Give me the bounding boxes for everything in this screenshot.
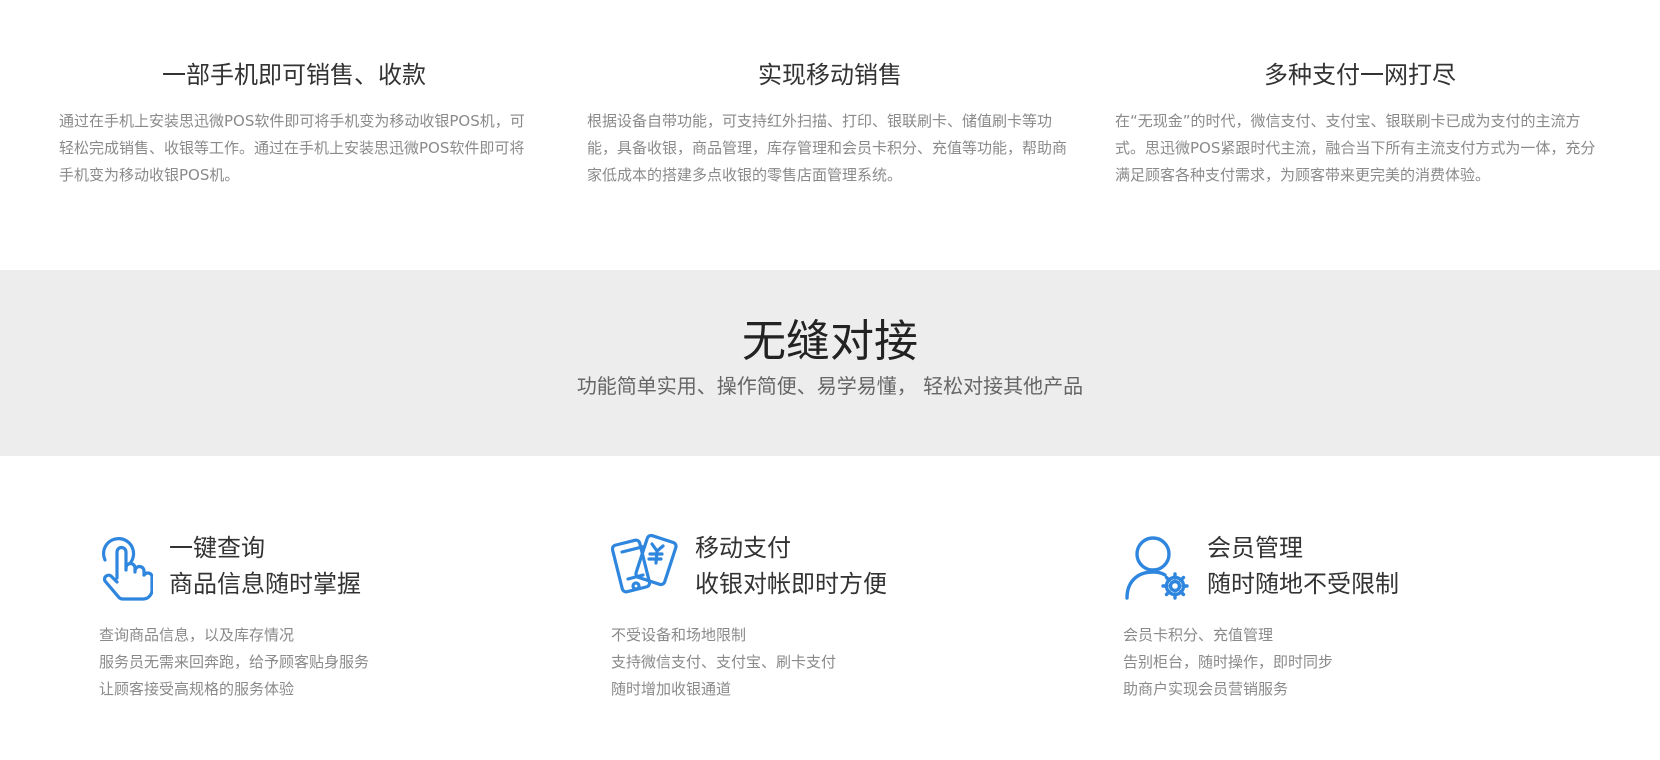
feature-subtitle: 随时随地不受限制 — [1207, 570, 1399, 598]
seamless-integration-banner: 无缝对接 功能简单实用、操作简便、易学易懂， 轻松对接其他产品 — [0, 270, 1660, 456]
feature-list: 查询商品信息，以及库存情况 服务员无需来回奔跑，给予顾客贴身服务 让顾客接受高规… — [99, 622, 369, 703]
feature-member-management: 会员管理 随时随地不受限制 会员卡积分、充值管理 告别柜台，随时操作，即时同步 … — [1123, 530, 1583, 710]
feature-heading: 一键查询 商品信息随时掌握 — [169, 530, 549, 602]
list-item: 查询商品信息，以及库存情况 — [99, 626, 295, 644]
top-feature-description: 在“无现金”的时代，微信支付、支付宝、银联刷卡已成为支付的主流方式。思迅微POS… — [1115, 112, 1596, 184]
feature-mobile-payment: 移动支付 收银对帐即时方便 不受设备和场地限制 支持微信支付、支付宝、刷卡支付 … — [611, 530, 1071, 710]
list-item: 让顾客接受高规格的服务体验 — [99, 680, 295, 698]
list-item: 支持微信支付、支付宝、刷卡支付 — [611, 653, 837, 671]
feature-quick-query: 一键查询 商品信息随时掌握 查询商品信息，以及库存情况 服务员无需来回奔跑，给予… — [99, 530, 559, 710]
top-feature-mobile-sales: 实现移动销售 根据设备自带功能，可支持红外扫描、打印、银联刷卡、储值刷卡等功能，… — [587, 58, 1073, 189]
banner-title: 无缝对接 — [742, 316, 918, 367]
mobile-payment-icon — [611, 534, 679, 600]
list-item: 服务员无需来回奔跑，给予顾客贴身服务 — [99, 653, 370, 671]
member-settings-icon — [1123, 534, 1189, 600]
feature-subtitle: 收银对帐即时方便 — [695, 570, 887, 598]
top-feature-description: 根据设备自带功能，可支持红外扫描、打印、银联刷卡、储值刷卡等功能，具备收银，商品… — [587, 112, 1068, 184]
feature-title: 会员管理 — [1207, 534, 1303, 562]
list-item: 助商户实现会员营销服务 — [1123, 680, 1289, 698]
list-item: 随时增加收银通道 — [611, 680, 732, 698]
top-features-section: 一部手机即可销售、收款 通过在手机上安装思迅微POS软件即可将手机变为移动收银P… — [0, 0, 1660, 270]
feature-subtitle: 商品信息随时掌握 — [169, 570, 361, 598]
feature-list: 会员卡积分、充值管理 告别柜台，随时操作，即时同步 助商户实现会员营销服务 — [1123, 622, 1333, 703]
top-feature-sell-collect: 一部手机即可销售、收款 通过在手机上安装思迅微POS软件即可将手机变为移动收银P… — [59, 58, 529, 189]
touch-hand-icon — [99, 534, 153, 604]
list-item: 不受设备和场地限制 — [611, 626, 747, 644]
feature-list: 不受设备和场地限制 支持微信支付、支付宝、刷卡支付 随时增加收银通道 — [611, 622, 836, 703]
banner-subtitle: 功能简单实用、操作简便、易学易懂， 轻松对接其他产品 — [576, 374, 1084, 398]
feature-heading: 移动支付 收银对帐即时方便 — [695, 530, 1075, 602]
feature-title: 移动支付 — [695, 534, 791, 562]
top-feature-description: 通过在手机上安装思迅微POS软件即可将手机变为移动收银POS机，可轻松完成销售、… — [59, 112, 525, 184]
top-feature-payment-methods: 多种支付一网打尽 在“无现金”的时代，微信支付、支付宝、银联刷卡已成为支付的主流… — [1115, 58, 1605, 189]
top-feature-title: 一部手机即可销售、收款 — [162, 61, 426, 89]
feature-heading: 会员管理 随时随地不受限制 — [1207, 530, 1587, 602]
top-feature-title: 实现移动销售 — [758, 61, 902, 89]
list-item: 告别柜台，随时操作，即时同步 — [1123, 653, 1334, 671]
top-feature-title: 多种支付一网打尽 — [1264, 61, 1456, 89]
list-item: 会员卡积分、充值管理 — [1123, 626, 1274, 644]
feature-title: 一键查询 — [169, 534, 265, 562]
